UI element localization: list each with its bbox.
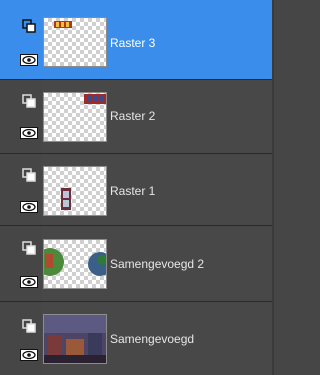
layer-row-samengevoegd[interactable]: Samengevoegd [0,302,274,375]
layer-link-icon[interactable] [19,18,39,34]
layer-link-icon[interactable] [19,240,39,256]
layer-name[interactable]: Samengevoegd [110,332,194,346]
layer-controls [0,302,41,375]
layer-row-raster-1[interactable]: Raster 1 [0,154,274,226]
eye-icon[interactable] [19,274,39,290]
layer-controls [0,80,41,153]
layer-row-raster-3[interactable]: Raster 3 [0,0,274,80]
layer-thumbnail [43,92,107,142]
eye-icon[interactable] [19,347,39,363]
layer-link-icon[interactable] [19,93,39,109]
layer-row-raster-2[interactable]: Raster 2 [0,80,274,154]
layer-link-icon[interactable] [19,167,39,183]
layer-thumbnail [43,166,107,216]
layer-thumbnail [43,17,107,67]
layer-link-icon[interactable] [19,318,39,334]
layer-name[interactable]: Raster 1 [110,184,155,198]
layer-thumbnail [43,239,107,289]
eye-icon[interactable] [19,125,39,141]
layer-name[interactable]: Raster 2 [110,109,155,123]
eye-icon[interactable] [19,199,39,215]
layers-panel: Raster 3 Raster 2 Raster 1 Samengevoegd … [0,0,274,375]
layer-name[interactable]: Samengevoegd 2 [110,257,204,271]
layer-name[interactable]: Raster 3 [110,36,155,50]
panel-scroll-edge [272,0,274,375]
layer-row-samengevoegd-2[interactable]: Samengevoegd 2 [0,226,274,302]
eye-icon[interactable] [19,52,39,68]
layer-thumbnail [43,314,107,364]
